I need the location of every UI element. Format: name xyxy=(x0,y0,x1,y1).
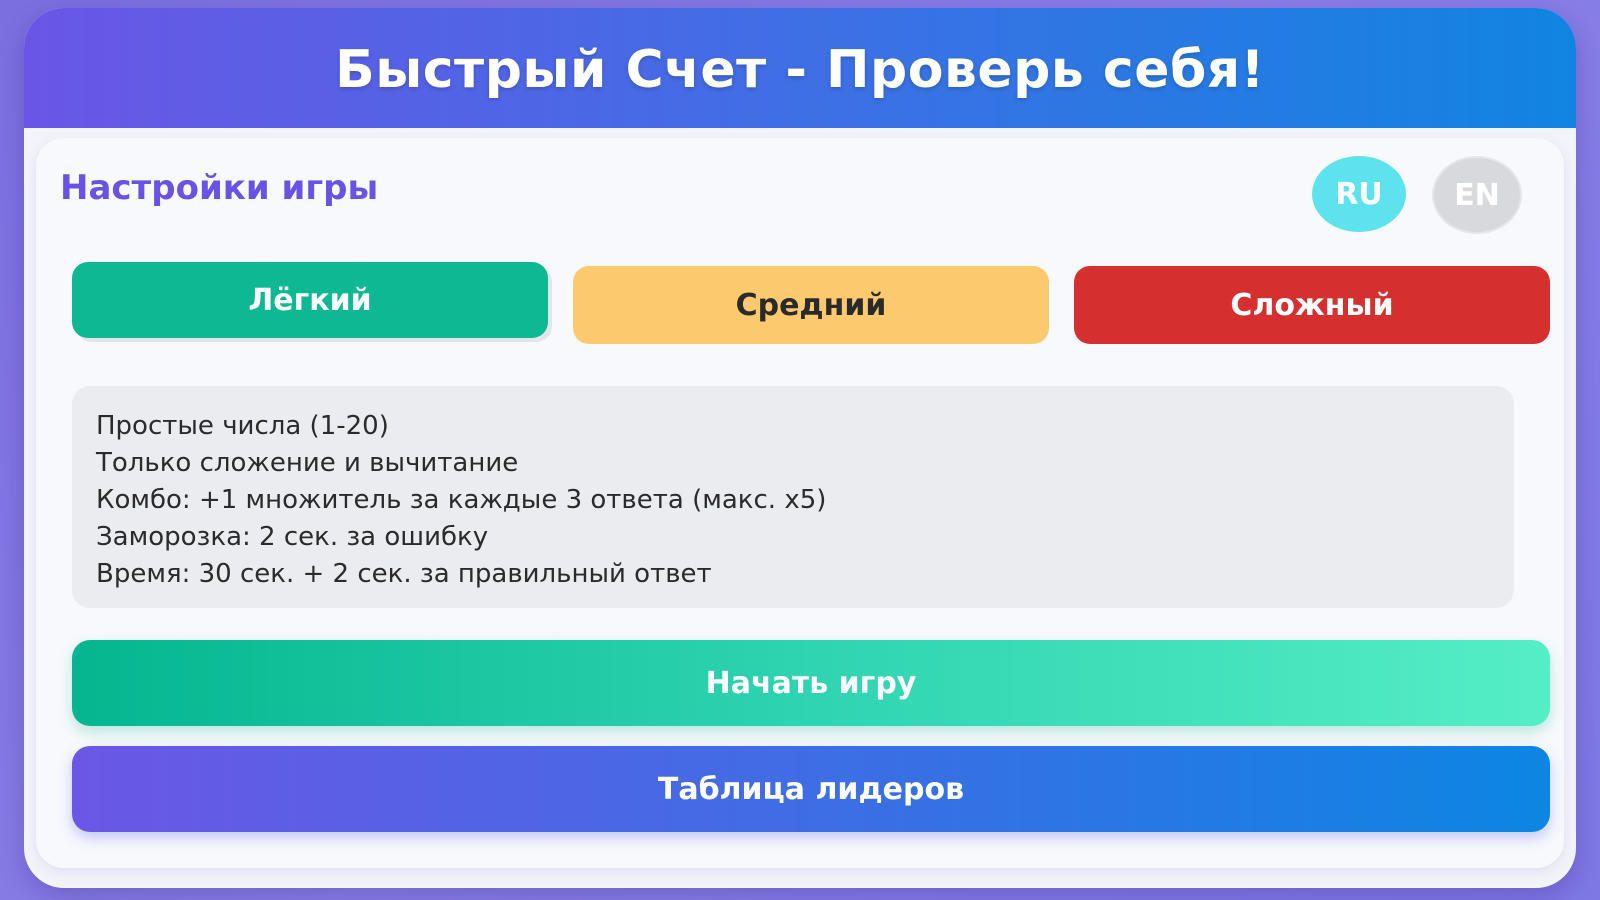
difficulty-easy-button[interactable]: Лёгкий xyxy=(72,262,548,338)
info-line-numbers: Простые числа (1-20) xyxy=(96,411,389,441)
language-en-button[interactable]: EN xyxy=(1432,156,1522,234)
page-title: Быстрый Счет - Проверь себя! xyxy=(335,40,1265,100)
difficulty-hard-button[interactable]: Сложный xyxy=(1074,266,1550,344)
info-line-freeze: Заморозка: 2 сек. за ошибку xyxy=(96,522,489,552)
app-card: Быстрый Счет - Проверь себя! Настройки и… xyxy=(24,8,1576,888)
settings-panel: Настройки игры RU EN Лёгкий Средний Слож… xyxy=(36,138,1564,868)
start-game-button[interactable]: Начать игру xyxy=(72,640,1550,726)
info-line-operations: Только сложение и вычитание xyxy=(96,448,519,478)
header: Быстрый Счет - Проверь себя! xyxy=(24,8,1576,128)
info-line-time: Время: 30 сек. + 2 сек. за правильный от… xyxy=(96,559,712,589)
language-ru-button[interactable]: RU xyxy=(1312,156,1406,232)
difficulty-medium-button[interactable]: Средний xyxy=(573,266,1049,344)
leaderboard-button[interactable]: Таблица лидеров xyxy=(72,746,1550,832)
settings-title: Настройки игры xyxy=(60,168,379,208)
info-line-combo: Комбо: +1 множитель за каждые 3 ответа (… xyxy=(96,485,827,515)
difficulty-info-box: Простые числа (1-20) Только сложение и в… xyxy=(72,386,1514,608)
